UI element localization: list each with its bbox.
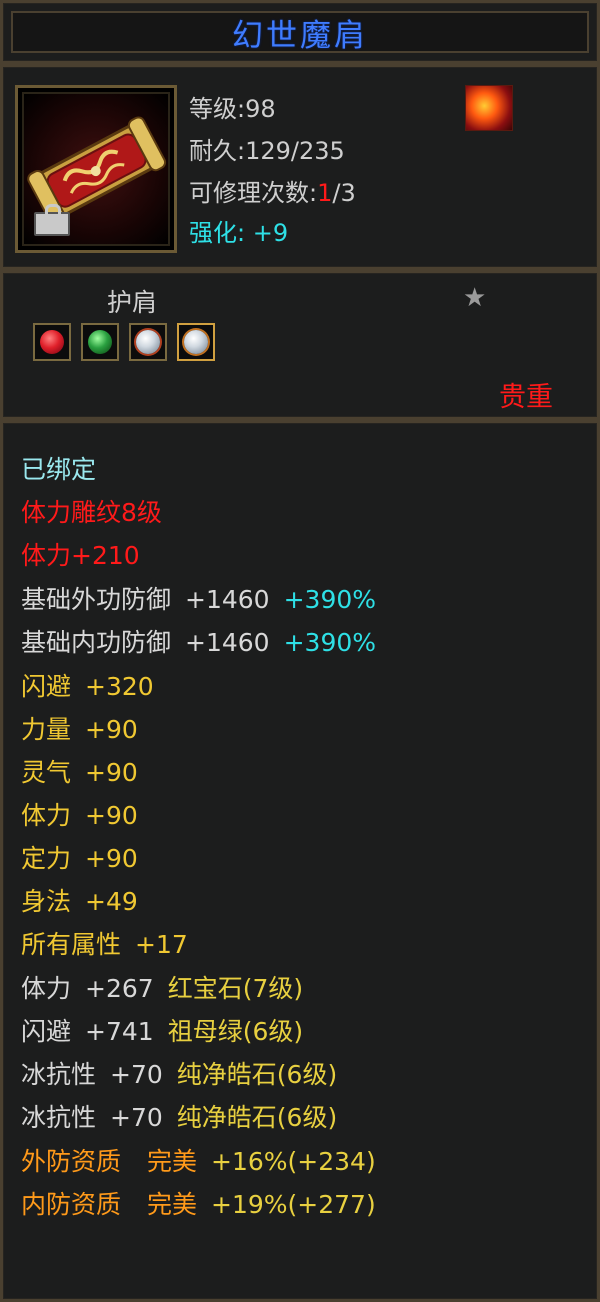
int-defense-line: 基础内功防御 +1460 +390% xyxy=(21,628,376,658)
stat-label: 灵气 xyxy=(21,758,72,787)
gem-name: 红宝石(7级) xyxy=(167,974,304,1003)
star-icon[interactable]: ★ xyxy=(463,283,486,313)
stamina-line: 体力 +90 xyxy=(21,801,138,831)
stat-value: +49 xyxy=(85,887,138,916)
stat-label: 闪避 xyxy=(21,1017,72,1046)
level-line: 等级:98 xyxy=(189,95,276,123)
all-attributes-line: 所有属性 +17 xyxy=(21,930,188,960)
stat-label: 基础外功防御 xyxy=(21,585,172,614)
title-frame: 幻世魔肩 xyxy=(11,11,589,54)
stat-value: +90 xyxy=(85,844,138,873)
stat-value: +90 xyxy=(85,758,138,787)
stamina-bonus-line: 体力+210 xyxy=(21,541,140,570)
slot-name: 护肩 xyxy=(107,288,158,317)
item-icon-frame[interactable] xyxy=(15,85,177,253)
stat-value: +17 xyxy=(135,930,188,959)
bound-status: 已绑定 xyxy=(21,455,97,484)
stat-value: +1460 xyxy=(185,585,270,614)
gem3-line: 冰抗性 +70 纯净皓石(6级) xyxy=(21,1060,337,1090)
stat-label: 内防资质 xyxy=(21,1190,122,1219)
stat-label: 冰抗性 xyxy=(21,1060,97,1089)
enhance-line: 强化: +9 xyxy=(189,219,289,247)
stat-value: +70 xyxy=(110,1060,163,1089)
repair-current: 1 xyxy=(317,179,333,207)
item-title: 幻世魔肩 xyxy=(232,17,368,54)
engrave-line: 体力雕纹8级 xyxy=(21,498,162,527)
gem4-line: 冰抗性 +70 纯净皓石(6级) xyxy=(21,1103,337,1133)
ext-defense-line: 基础外功防御 +1460 +390% xyxy=(21,585,376,615)
green-gem-icon[interactable] xyxy=(81,323,119,361)
durability-label: 耐久 xyxy=(189,137,237,165)
stat-label: 外防资质 xyxy=(21,1147,122,1176)
gem2-line: 闪避 +741 祖母绿(6级) xyxy=(21,1017,303,1047)
gem1-line: 体力 +267 红宝石(7级) xyxy=(21,974,303,1004)
white-gem-icon[interactable] xyxy=(177,323,215,361)
stat-label: 身法 xyxy=(21,887,72,916)
strength-line: 力量 +90 xyxy=(21,715,138,745)
spirit-line: 灵气 +90 xyxy=(21,758,138,788)
stat-value: +1460 xyxy=(185,628,270,657)
focus-line: 定力 +90 xyxy=(21,844,138,874)
stat-value: +267 xyxy=(85,974,154,1003)
stat-label: 体力 xyxy=(21,974,72,1003)
stat-value: +19%(+277) xyxy=(211,1190,376,1219)
durability-line: 耐久:129/235 xyxy=(189,137,345,165)
stat-percent: +390% xyxy=(283,628,377,657)
white-gem-icon[interactable] xyxy=(129,323,167,361)
ext-quality-line: 外防资质 完美 +16%(+234) xyxy=(21,1147,376,1177)
stat-label: 所有属性 xyxy=(21,930,122,959)
int-quality-line: 内防资质 完美 +19%(+277) xyxy=(21,1190,376,1220)
item-type-panel: 护肩 ★ 贵重 xyxy=(0,270,600,420)
bound-lock-icon xyxy=(34,204,70,236)
durability-value: 129/235 xyxy=(245,137,345,165)
stat-label: 力量 xyxy=(21,715,72,744)
enhance-value: +9 xyxy=(252,219,289,247)
level-value: 98 xyxy=(245,95,276,123)
stat-value: +741 xyxy=(85,1017,154,1046)
stat-value: +320 xyxy=(85,672,154,701)
repair-line: 可修理次数:1/3 xyxy=(189,179,356,207)
fire-badge-icon[interactable] xyxy=(465,85,513,131)
stat-label: 基础内功防御 xyxy=(21,628,172,657)
stat-label: 冰抗性 xyxy=(21,1103,97,1132)
stat-label: 闪避 xyxy=(21,672,72,701)
title-panel: 幻世魔肩 xyxy=(0,0,600,64)
level-label: 等级 xyxy=(189,95,237,123)
quality-grade: 完美 xyxy=(147,1147,198,1176)
stat-percent: +390% xyxy=(283,585,377,614)
stat-value: +90 xyxy=(85,715,138,744)
repair-total: /3 xyxy=(332,179,356,207)
repair-label: 可修理次数 xyxy=(189,179,309,207)
agility-line: 身法 +49 xyxy=(21,887,138,917)
stat-value: +90 xyxy=(85,801,138,830)
item-info-panel: 等级:98 耐久:129/235 可修理次数:1/3 强化: +9 xyxy=(0,64,600,270)
gem-name: 纯净皓石(6级) xyxy=(176,1103,338,1132)
quality-grade: 完美 xyxy=(147,1190,198,1219)
item-stats-panel: 已绑定 体力雕纹8级 体力+210 基础外功防御 +1460 +390% 基础内功防… xyxy=(0,420,600,1302)
stat-value: +16%(+234) xyxy=(211,1147,376,1176)
stat-label: 定力 xyxy=(21,844,72,873)
enhance-label: 强化 xyxy=(189,219,237,247)
stat-label: 体力 xyxy=(21,801,72,830)
gem-name: 祖母绿(6级) xyxy=(167,1017,304,1046)
item-icon xyxy=(22,92,170,246)
red-gem-icon[interactable] xyxy=(33,323,71,361)
dodge-line: 闪避 +320 xyxy=(21,672,154,702)
rarity-label: 贵重 xyxy=(499,382,553,413)
gem-name: 纯净皓石(6级) xyxy=(176,1060,338,1089)
stat-value: +70 xyxy=(110,1103,163,1132)
